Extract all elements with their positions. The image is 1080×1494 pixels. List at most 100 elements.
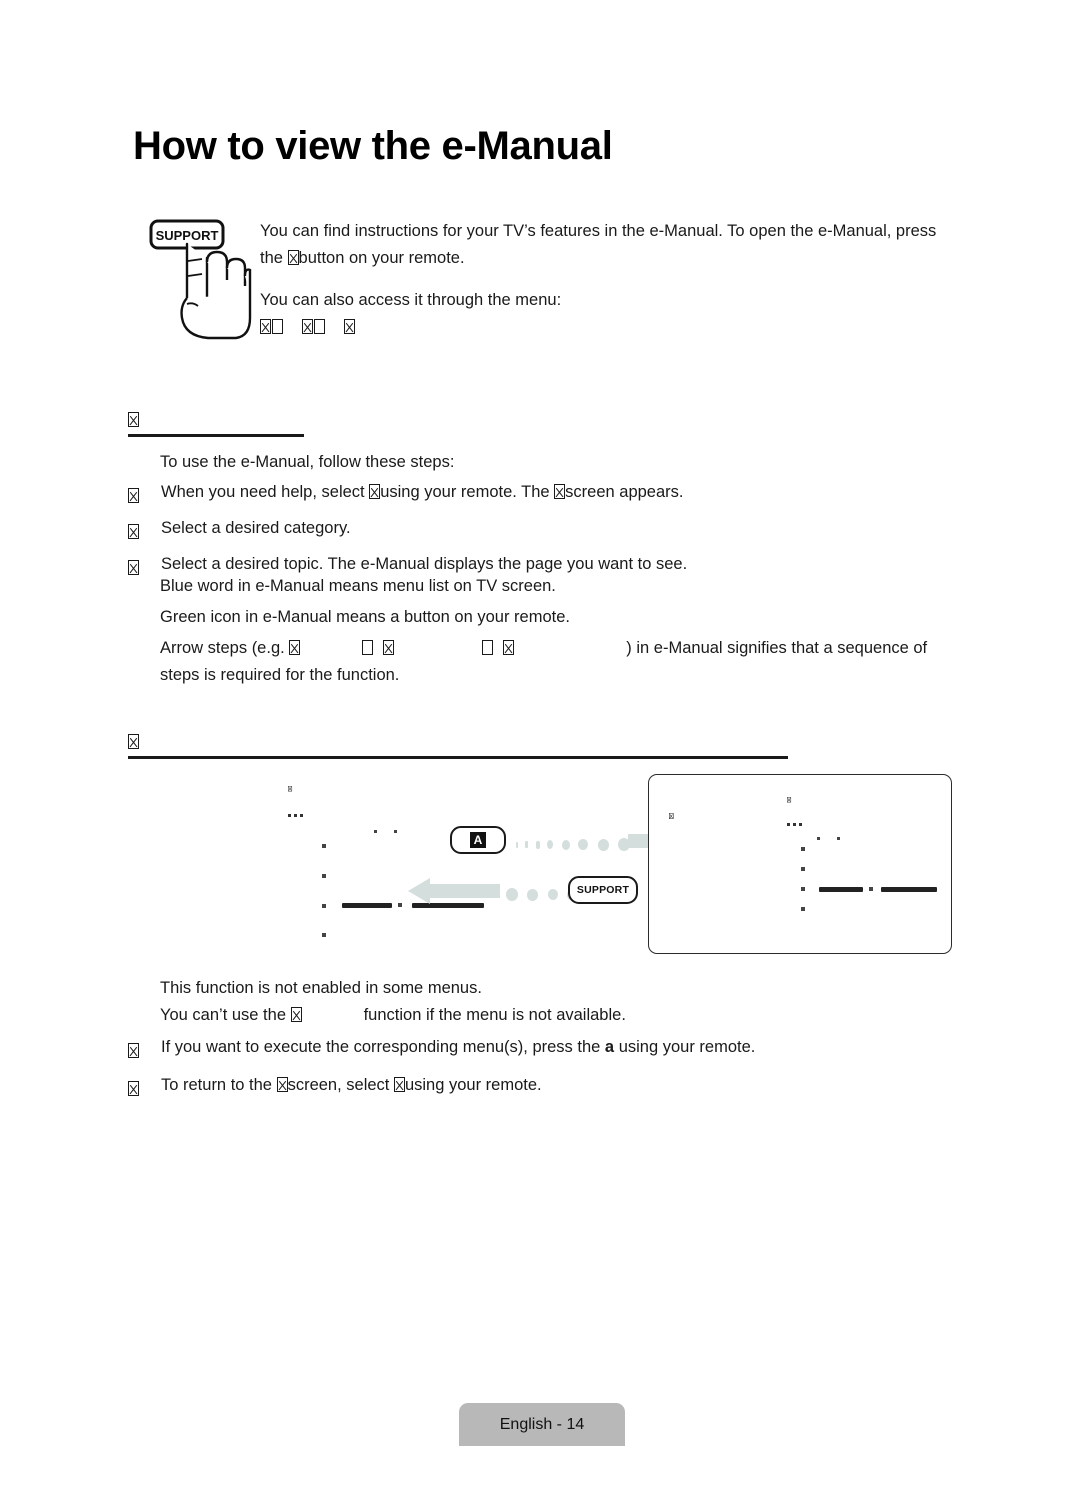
arrow-right-dots xyxy=(516,836,635,854)
key-a-inline-label: a xyxy=(604,1038,615,1056)
page-title: How to view the e-Manual xyxy=(133,124,613,168)
panel-row-dot xyxy=(801,867,805,871)
step-text: To return to the screen, select using yo… xyxy=(161,1072,928,1099)
key-a-button[interactable]: A xyxy=(450,826,506,854)
section-2-notes: This function is not enabled in some men… xyxy=(160,975,960,1029)
return-key-glyph-icon xyxy=(393,1077,405,1092)
step-text: If you want to execute the corresponding… xyxy=(161,1034,928,1061)
panel-corner-glyph-icon xyxy=(669,813,674,819)
mock-row-dot xyxy=(322,904,326,908)
mock-row-dot xyxy=(398,903,402,907)
footer-page-tab: English - 14 xyxy=(459,1403,625,1446)
step-text-part-1: To return to the xyxy=(161,1076,277,1094)
note-blue-word: Blue word in e-Manual means menu list on… xyxy=(160,577,556,595)
intro-paragraph-1-part-2: button on your remote. xyxy=(298,249,465,267)
step-marker-glyph-icon xyxy=(128,515,161,546)
section-2-steps: If you want to execute the corresponding… xyxy=(128,1034,928,1110)
panel-row-dot xyxy=(837,837,840,840)
section-1-lead-text: To use the e-Manual, follow these steps: xyxy=(160,453,455,471)
key-support-label: SUPPORT xyxy=(576,884,630,896)
step-text-part-1: When you need help, select xyxy=(161,483,370,501)
note-arrow-steps: Arrow steps (e.g. ) in e-Manual signifie… xyxy=(160,635,950,689)
note-cannot-use-part-2: function if the menu is not available. xyxy=(363,1006,626,1024)
panel-highlight-bar xyxy=(881,887,937,892)
section-1-rule xyxy=(128,434,304,437)
step-text: When you need help, select using your re… xyxy=(161,479,918,506)
mock-row-dot xyxy=(394,830,397,833)
list-item: Select a desired category. xyxy=(128,515,918,546)
step-marker-glyph-icon xyxy=(128,551,161,582)
step-text-part-1: If you want to execute the corresponding… xyxy=(161,1038,605,1056)
arrow-step-glyph-icon xyxy=(383,640,395,655)
support-key-glyph-icon xyxy=(287,250,299,265)
list-item: When you need help, select using your re… xyxy=(128,479,918,510)
panel-title-glyph-icon xyxy=(787,797,792,803)
arrow-separator-glyph-icon xyxy=(362,640,374,655)
section-1-notes: Blue word in e-Manual means menu list on… xyxy=(160,573,950,693)
step-marker-glyph-icon xyxy=(128,479,161,510)
mock-row-dot xyxy=(322,874,326,878)
arrow-step-glyph-icon xyxy=(289,640,301,655)
panel-highlight-bar xyxy=(819,887,863,892)
diagram-emanual-panel xyxy=(648,774,952,954)
hand-pressing-support-illustration: SUPPORT xyxy=(140,214,252,340)
section-2-header xyxy=(128,734,788,759)
step-marker-glyph-icon xyxy=(128,1072,161,1103)
section-2-title-glyph-icon xyxy=(128,734,788,752)
list-item: If you want to execute the corresponding… xyxy=(128,1034,928,1065)
section-1-lead: To use the e-Manual, follow these steps: xyxy=(160,449,454,476)
mock-highlight-bar xyxy=(342,903,392,908)
mock-row-dot xyxy=(374,830,377,833)
manual-page: How to view the e-Manual SUPPORT You can… xyxy=(0,0,1080,1494)
emanual-screen-glyph-icon xyxy=(554,484,566,499)
key-support-button[interactable]: SUPPORT xyxy=(568,876,638,904)
footer-page-label: English - 14 xyxy=(499,1415,585,1433)
emanual-menu-diagram: A SUPPORT xyxy=(120,770,970,965)
panel-row-dot xyxy=(801,847,805,851)
emanual-screen-glyph-icon xyxy=(276,1077,288,1092)
step-text: Select a desired category. xyxy=(161,519,351,537)
note-not-enabled: This function is not enabled in some men… xyxy=(160,979,482,997)
intro-paragraph-2: You can also access it through the menu: xyxy=(260,291,562,309)
menu-glyph-icon xyxy=(344,319,355,334)
svg-text:SUPPORT: SUPPORT xyxy=(156,228,219,243)
arrow-left-head xyxy=(408,878,430,904)
list-item: To return to the screen, select using yo… xyxy=(128,1072,928,1103)
menu-path-segment-2 xyxy=(302,314,325,341)
note-cannot-use-part-1: You can’t use the xyxy=(160,1006,291,1024)
step-text-part-3: screen appears. xyxy=(565,483,684,501)
step-text-part-3: using your remote. xyxy=(404,1076,542,1094)
arrow-step-glyph-icon xyxy=(503,640,515,655)
step-marker-glyph-icon xyxy=(128,1034,161,1065)
menu-path-segment-1 xyxy=(260,314,283,341)
arrow-note-prefix: Arrow steps (e.g. xyxy=(160,639,290,657)
section-1-header xyxy=(128,412,304,437)
panel-subtitle-dots xyxy=(787,813,805,831)
function-name-glyph-icon xyxy=(290,1007,302,1022)
arrow-left-shaft xyxy=(428,884,500,898)
menu-arrow-glyph-icon xyxy=(272,319,283,334)
step-text-part-2: screen, select xyxy=(287,1076,394,1094)
key-a-label: A xyxy=(469,832,487,848)
panel-row-dot xyxy=(801,907,805,911)
panel-row-dot xyxy=(801,887,805,891)
intro-text: You can find instructions for your TV’s … xyxy=(260,218,940,341)
step-text-part-2: using your remote. The xyxy=(380,483,555,501)
menu-path xyxy=(260,314,940,341)
mock-title-glyph-icon xyxy=(288,786,293,792)
mock-row-dot xyxy=(322,933,326,937)
mock-subtitle-dots xyxy=(288,804,306,822)
mock-row-dot xyxy=(322,844,326,848)
intro-paragraph-1: You can find instructions for your TV’s … xyxy=(260,218,940,272)
section-1-title-glyph-icon xyxy=(128,412,304,430)
note-green-icon: Green icon in e-Manual means a button on… xyxy=(160,608,570,626)
panel-row-dot xyxy=(817,837,820,840)
step-text-part-2: using your remote. xyxy=(618,1038,756,1056)
menu-path-segment-3 xyxy=(344,314,355,341)
menu-glyph-icon xyxy=(260,319,271,334)
section-1-steps: When you need help, select using your re… xyxy=(128,479,918,587)
arrow-separator-glyph-icon xyxy=(482,640,494,655)
emanual-key-glyph-icon xyxy=(369,484,381,499)
note-cannot-use: You can’t use the function if the menu i… xyxy=(160,1002,960,1029)
section-2-rule xyxy=(128,756,788,759)
